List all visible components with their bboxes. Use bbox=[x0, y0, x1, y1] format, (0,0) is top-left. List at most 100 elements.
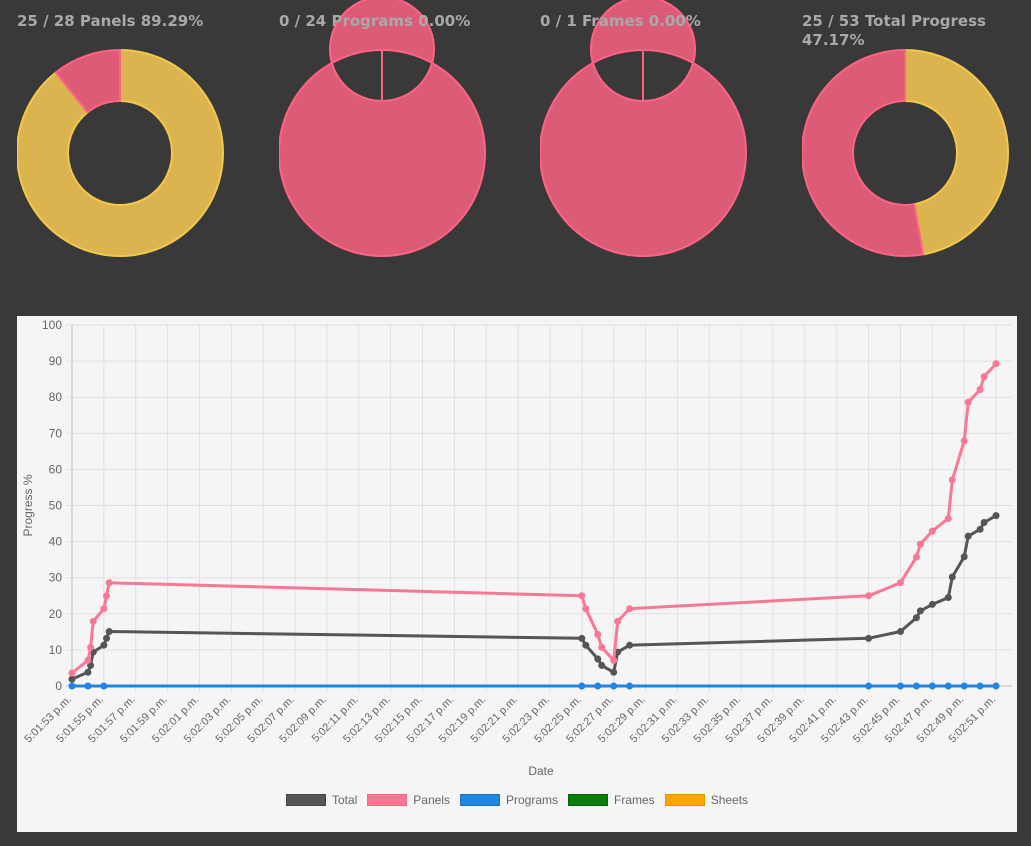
series-programs-point[interactable] bbox=[896, 682, 904, 690]
series-programs-point[interactable] bbox=[68, 682, 76, 690]
series-panels-point[interactable] bbox=[992, 360, 1000, 368]
donut-slice-done[interactable] bbox=[904, 49, 1009, 256]
series-panels-point[interactable] bbox=[87, 643, 95, 651]
y-tick-label: 90 bbox=[49, 354, 63, 368]
series-total-point[interactable] bbox=[944, 594, 952, 602]
programs-donut-title: 0 / 24 Programs 0.00% bbox=[279, 12, 471, 30]
series-total-point[interactable] bbox=[960, 553, 968, 561]
series-panels-point[interactable] bbox=[980, 373, 988, 381]
series-panels-point[interactable] bbox=[916, 540, 924, 548]
series-programs-point[interactable] bbox=[865, 682, 873, 690]
series-panels-point[interactable] bbox=[964, 398, 972, 406]
series-programs-point[interactable] bbox=[960, 682, 968, 690]
y-tick-label: 40 bbox=[49, 535, 63, 549]
series-panels-point[interactable] bbox=[976, 386, 984, 394]
x-axis-title: Date bbox=[528, 764, 554, 778]
y-tick-label: 100 bbox=[42, 318, 62, 332]
y-tick-label: 30 bbox=[49, 571, 63, 585]
series-panels-point[interactable] bbox=[598, 643, 606, 651]
y-tick-label: 50 bbox=[49, 499, 63, 513]
series-panels-point[interactable] bbox=[610, 656, 618, 664]
series-total-point[interactable] bbox=[948, 573, 956, 581]
series-programs-point[interactable] bbox=[912, 682, 920, 690]
series-total-point[interactable] bbox=[976, 525, 984, 533]
programs-donut: 0 / 24 Programs 0.00% bbox=[279, 0, 519, 300]
legend-swatch-total bbox=[285, 794, 326, 806]
series-panels-point[interactable] bbox=[594, 630, 602, 638]
series-programs-point[interactable] bbox=[610, 682, 618, 690]
series-total-point[interactable] bbox=[84, 668, 92, 676]
series-total-point[interactable] bbox=[610, 668, 618, 676]
frames-donut-title: 0 / 1 Frames 0.00% bbox=[540, 12, 701, 30]
series-programs-point[interactable] bbox=[594, 682, 602, 690]
series-total-point[interactable] bbox=[912, 614, 920, 622]
series-total-point[interactable] bbox=[916, 607, 924, 615]
series-panels-point[interactable] bbox=[84, 656, 92, 664]
series-panels-point[interactable] bbox=[626, 605, 634, 613]
series-programs-point[interactable] bbox=[992, 682, 1000, 690]
series-total-point[interactable] bbox=[68, 675, 76, 683]
series-panels-line bbox=[71, 362, 998, 675]
legend-label-programs: Programs bbox=[506, 793, 559, 807]
series-programs-point[interactable] bbox=[84, 682, 92, 690]
y-tick-label: 10 bbox=[49, 643, 63, 657]
series-total-point[interactable] bbox=[964, 532, 972, 540]
series-total-point[interactable] bbox=[980, 518, 988, 526]
series-programs-point[interactable] bbox=[928, 682, 936, 690]
series-panels-point[interactable] bbox=[103, 592, 111, 600]
total-donut-title: 25 / 53 Total Progress 47.17% bbox=[802, 12, 986, 49]
legend-swatch-panels bbox=[367, 794, 408, 806]
legend-swatch-frames bbox=[568, 794, 609, 806]
panels-donut-svg bbox=[17, 49, 224, 257]
y-tick-label: 70 bbox=[49, 426, 63, 440]
series-panels-point[interactable] bbox=[896, 579, 904, 587]
legend-swatch-sheets bbox=[664, 794, 705, 806]
series-panels-point[interactable] bbox=[582, 605, 590, 613]
series-panels-point[interactable] bbox=[944, 514, 952, 522]
series-total-point[interactable] bbox=[578, 634, 586, 642]
series-total-point[interactable] bbox=[598, 661, 606, 669]
series-programs-point[interactable] bbox=[976, 682, 984, 690]
series-total-point[interactable] bbox=[865, 634, 873, 642]
series-panels-point[interactable] bbox=[614, 617, 622, 625]
legend-item-total[interactable]: Total bbox=[285, 793, 357, 807]
series-panels-point[interactable] bbox=[68, 669, 76, 677]
series-panels-point[interactable] bbox=[912, 553, 920, 561]
legend-label-panels: Panels bbox=[413, 793, 450, 807]
legend-item-programs[interactable]: Programs bbox=[460, 793, 558, 807]
series-total-point[interactable] bbox=[896, 627, 904, 635]
series-panels-point[interactable] bbox=[960, 437, 968, 445]
legend-label-sheets: Sheets bbox=[710, 793, 749, 807]
series-total-point[interactable] bbox=[100, 641, 108, 649]
donut-slice-remaining[interactable] bbox=[540, 0, 747, 257]
series-programs-point[interactable] bbox=[626, 682, 634, 690]
series-panels-point[interactable] bbox=[578, 592, 586, 600]
panels-donut: 25 / 28 Panels 89.29% bbox=[17, 0, 257, 300]
series-total-point[interactable] bbox=[992, 512, 1000, 520]
legend-label-frames: Frames bbox=[614, 793, 655, 807]
series-total-point[interactable] bbox=[105, 627, 113, 635]
legend-item-frames[interactable]: Frames bbox=[568, 793, 655, 807]
series-total-point[interactable] bbox=[582, 641, 590, 649]
series-total-point[interactable] bbox=[626, 641, 634, 649]
donut-slice-remaining[interactable] bbox=[279, 0, 486, 257]
legend-item-sheets[interactable]: Sheets bbox=[664, 793, 749, 807]
series-panels-point[interactable] bbox=[100, 605, 108, 613]
series-panels-point[interactable] bbox=[928, 527, 936, 535]
series-programs-point[interactable] bbox=[944, 682, 952, 690]
legend-item-panels[interactable]: Panels bbox=[367, 793, 450, 807]
series-programs-point[interactable] bbox=[100, 682, 108, 690]
series-panels-point[interactable] bbox=[89, 617, 97, 625]
series-panels-point[interactable] bbox=[948, 476, 956, 484]
total-donut: 25 / 53 Total Progress 47.17% bbox=[802, 0, 1031, 300]
programs-donut-svg bbox=[279, 0, 486, 257]
series-programs-point[interactable] bbox=[578, 682, 586, 690]
series-total-point[interactable] bbox=[594, 655, 602, 663]
series-total-point[interactable] bbox=[103, 634, 111, 642]
legend-swatch-programs bbox=[460, 794, 500, 806]
series-panels-point[interactable] bbox=[865, 592, 873, 600]
series-panels-point[interactable] bbox=[105, 579, 113, 587]
progress-line-chart: 0 10 20 30 40 50 60 70 80 90 100 5:01:53 p.m. 5:01:5… bbox=[17, 316, 1017, 832]
y-axis-title: Progress % bbox=[21, 474, 35, 536]
series-total-point[interactable] bbox=[928, 600, 936, 608]
